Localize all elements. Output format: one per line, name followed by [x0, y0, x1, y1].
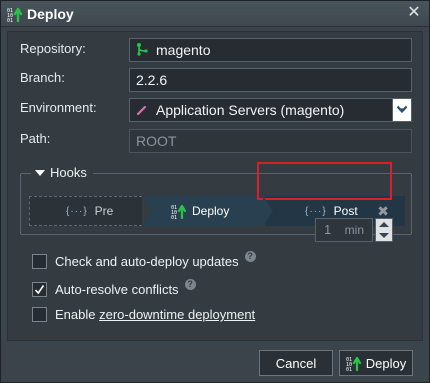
branch-input[interactable]: 2.2.6	[129, 68, 412, 92]
deploy-icon: 01 10 01	[7, 6, 23, 24]
environment-select[interactable]: Application Servers (magento)	[129, 98, 412, 122]
zero-downtime-checkbox[interactable]	[32, 307, 47, 322]
pencil-icon	[136, 100, 148, 122]
auto-resolve-option[interactable]: Auto-resolve conflicts ?	[32, 279, 196, 297]
repository-select[interactable]: magento	[129, 38, 412, 62]
code-braces-icon: {···}	[305, 205, 327, 217]
dialog-title: Deploy	[27, 6, 74, 22]
triangle-down-icon	[35, 169, 45, 176]
zero-downtime-prefix: Enable	[55, 307, 100, 322]
interval-stepper[interactable]	[375, 218, 393, 242]
interval-unit: min	[344, 223, 364, 237]
hook-pre-label: Pre	[94, 204, 114, 218]
environment-value: Application Servers (magento)	[156, 102, 345, 118]
checkmark-icon	[34, 285, 45, 295]
arrow-down-icon[interactable]	[379, 233, 389, 238]
environment-label: Environment:	[20, 100, 97, 115]
chevron-down-icon[interactable]	[392, 98, 412, 122]
auto-deploy-option[interactable]: Check and auto-deploy updates ?	[32, 251, 256, 269]
svg-text:01: 01	[171, 215, 177, 219]
zero-downtime-option[interactable]: Enable zero-downtime deployment	[32, 307, 255, 322]
post-hook-highlight	[257, 162, 392, 200]
interval-input[interactable]: 1 min	[315, 218, 373, 242]
close-icon[interactable]: ✕	[405, 4, 423, 22]
auto-resolve-label: Auto-resolve conflicts	[55, 282, 179, 297]
code-braces-icon: {···}	[66, 205, 88, 217]
hooks-toggle[interactable]: Hooks	[31, 165, 93, 180]
path-label: Path:	[20, 131, 51, 146]
repository-label: Repository:	[20, 41, 86, 56]
auto-deploy-label: Check and auto-deploy updates	[55, 254, 239, 269]
svg-text:01: 01	[7, 18, 13, 22]
svg-text:01: 01	[346, 367, 352, 371]
git-branch-icon	[136, 40, 148, 62]
deploy-icon: 01 10 01	[346, 355, 362, 371]
hook-deploy[interactable]: 01 10 01 Deploy	[142, 196, 273, 226]
help-icon[interactable]: ?	[244, 251, 256, 262]
hook-deploy-label: Deploy	[192, 204, 230, 218]
repository-value: magento	[156, 42, 211, 58]
deploy-icon: 01 10 01	[171, 203, 187, 219]
path-input[interactable]: ROOT	[129, 129, 412, 153]
hook-pre[interactable]: {···} Pre	[29, 196, 147, 226]
hook-post-label: Post	[333, 204, 358, 218]
arrow-up-icon[interactable]	[379, 222, 389, 227]
branch-label: Branch:	[20, 70, 65, 85]
auto-resolve-checkbox[interactable]	[32, 282, 47, 297]
deploy-button-label: Deploy	[365, 355, 407, 371]
auto-deploy-checkbox[interactable]	[32, 254, 47, 269]
interval-value: 1	[324, 222, 332, 237]
cancel-button[interactable]: Cancel	[259, 350, 333, 376]
deploy-dialog: 01 10 01 Deploy ✕ Repository: magento Br…	[0, 0, 430, 383]
deploy-button[interactable]: 01 10 01 Deploy	[339, 350, 413, 376]
hooks-legend: Hooks	[50, 165, 87, 180]
help-icon[interactable]: ?	[184, 279, 196, 290]
title-bar[interactable]: 01 10 01 Deploy ✕	[1, 1, 429, 27]
zero-downtime-link[interactable]: zero-downtime deployment	[99, 307, 255, 322]
